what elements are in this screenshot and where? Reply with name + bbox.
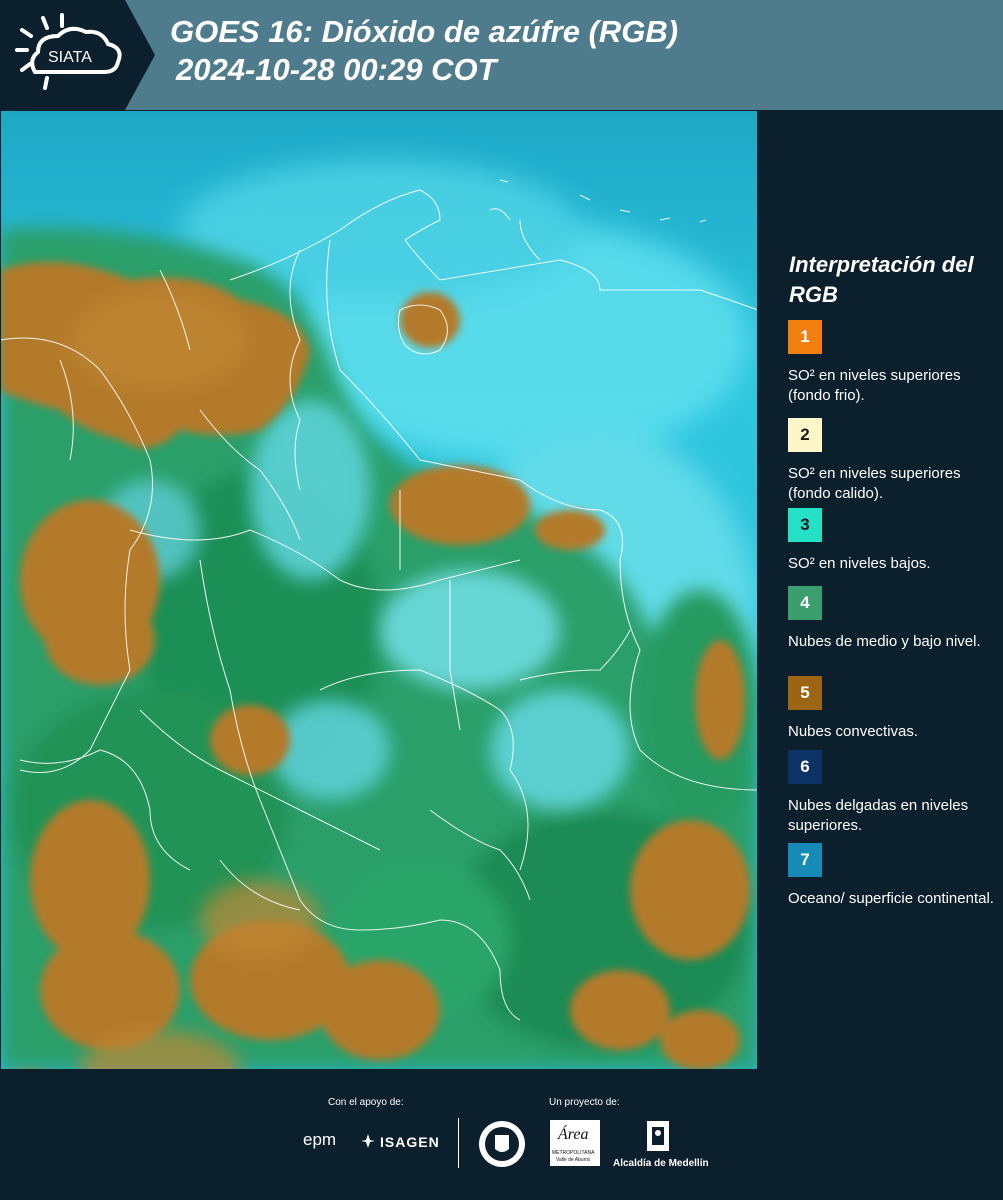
epm-logo: epm (303, 1130, 337, 1149)
project-label: Un proyecto de: (549, 1097, 620, 1108)
medellin-seal-icon (477, 1119, 527, 1174)
legend-label-7: Oceano/ superficie continental. (788, 890, 994, 907)
legend-item-3: 3 SO² en niveles bajos. (788, 508, 998, 574)
svg-text:SIATA: SIATA (48, 49, 92, 66)
legend-swatch-5: 5 (788, 676, 822, 710)
legend-item-7: 7 Oceano/ superficie continental. (788, 843, 998, 909)
footer-divider (458, 1118, 459, 1168)
legend-swatch-7: 7 (788, 843, 822, 877)
legend-swatch-6: 6 (788, 750, 822, 784)
legend-label-6: Nubes delgadas en niveles superiores. (788, 797, 969, 834)
legend-swatch-4: 4 (788, 586, 822, 620)
siata-logo: SIATA (0, 0, 155, 110)
legend-label-2: SO² en niveles superiores (fondo calido)… (788, 465, 961, 502)
legend-item-4: 4 Nubes de medio y bajo nivel. (788, 586, 998, 652)
legend-label-5: Nubes convectivas. (788, 723, 919, 740)
isagen-icon (360, 1133, 376, 1154)
page-title: GOES 16: Dióxido de azúfre (RGB) (170, 14, 679, 49)
legend-label-3: SO² en niveles bajos. (788, 555, 931, 572)
legend-label-4: Nubes de medio y bajo nivel. (788, 633, 981, 650)
header-bar: SIATA GOES 16: Dióxido de azúfre (RGB) 2… (0, 0, 1003, 110)
legend-swatch-2: 2 (788, 418, 822, 452)
legend-item-5: 5 Nubes convectivas. (788, 676, 998, 742)
area-metropolitana-logo: Área METROPOLITANA Valle de Aburrá (550, 1120, 600, 1166)
legend-swatch-1: 1 (788, 320, 822, 354)
footer: Con el apoyo de: Un proyecto de: epm ISA… (0, 1070, 1003, 1200)
alcaldia-label: Alcaldía de Medellín (613, 1158, 709, 1169)
legend-title: Interpretación del RGB (789, 252, 974, 307)
legend-item-1: 1 SO² en niveles superiores (fondo frio)… (788, 320, 998, 406)
legend-item-2: 2 SO² en niveles superiores (fondo calid… (788, 418, 998, 504)
alcaldia-shield-icon (645, 1119, 671, 1160)
legend-item-6: 6 Nubes delgadas en niveles superiores. (788, 750, 998, 836)
legend-panel: Interpretación del RGB 1 SO² en niveles … (758, 110, 1003, 1070)
satellite-map (0, 110, 758, 1070)
isagen-logo: ISAGEN (380, 1134, 440, 1150)
legend-swatch-3: 3 (788, 508, 822, 542)
support-label: Con el apoyo de: (328, 1097, 404, 1108)
legend-label-1: SO² en niveles superiores (fondo frio). (788, 367, 961, 404)
timestamp: 2024-10-28 00:29 COT (176, 52, 497, 87)
